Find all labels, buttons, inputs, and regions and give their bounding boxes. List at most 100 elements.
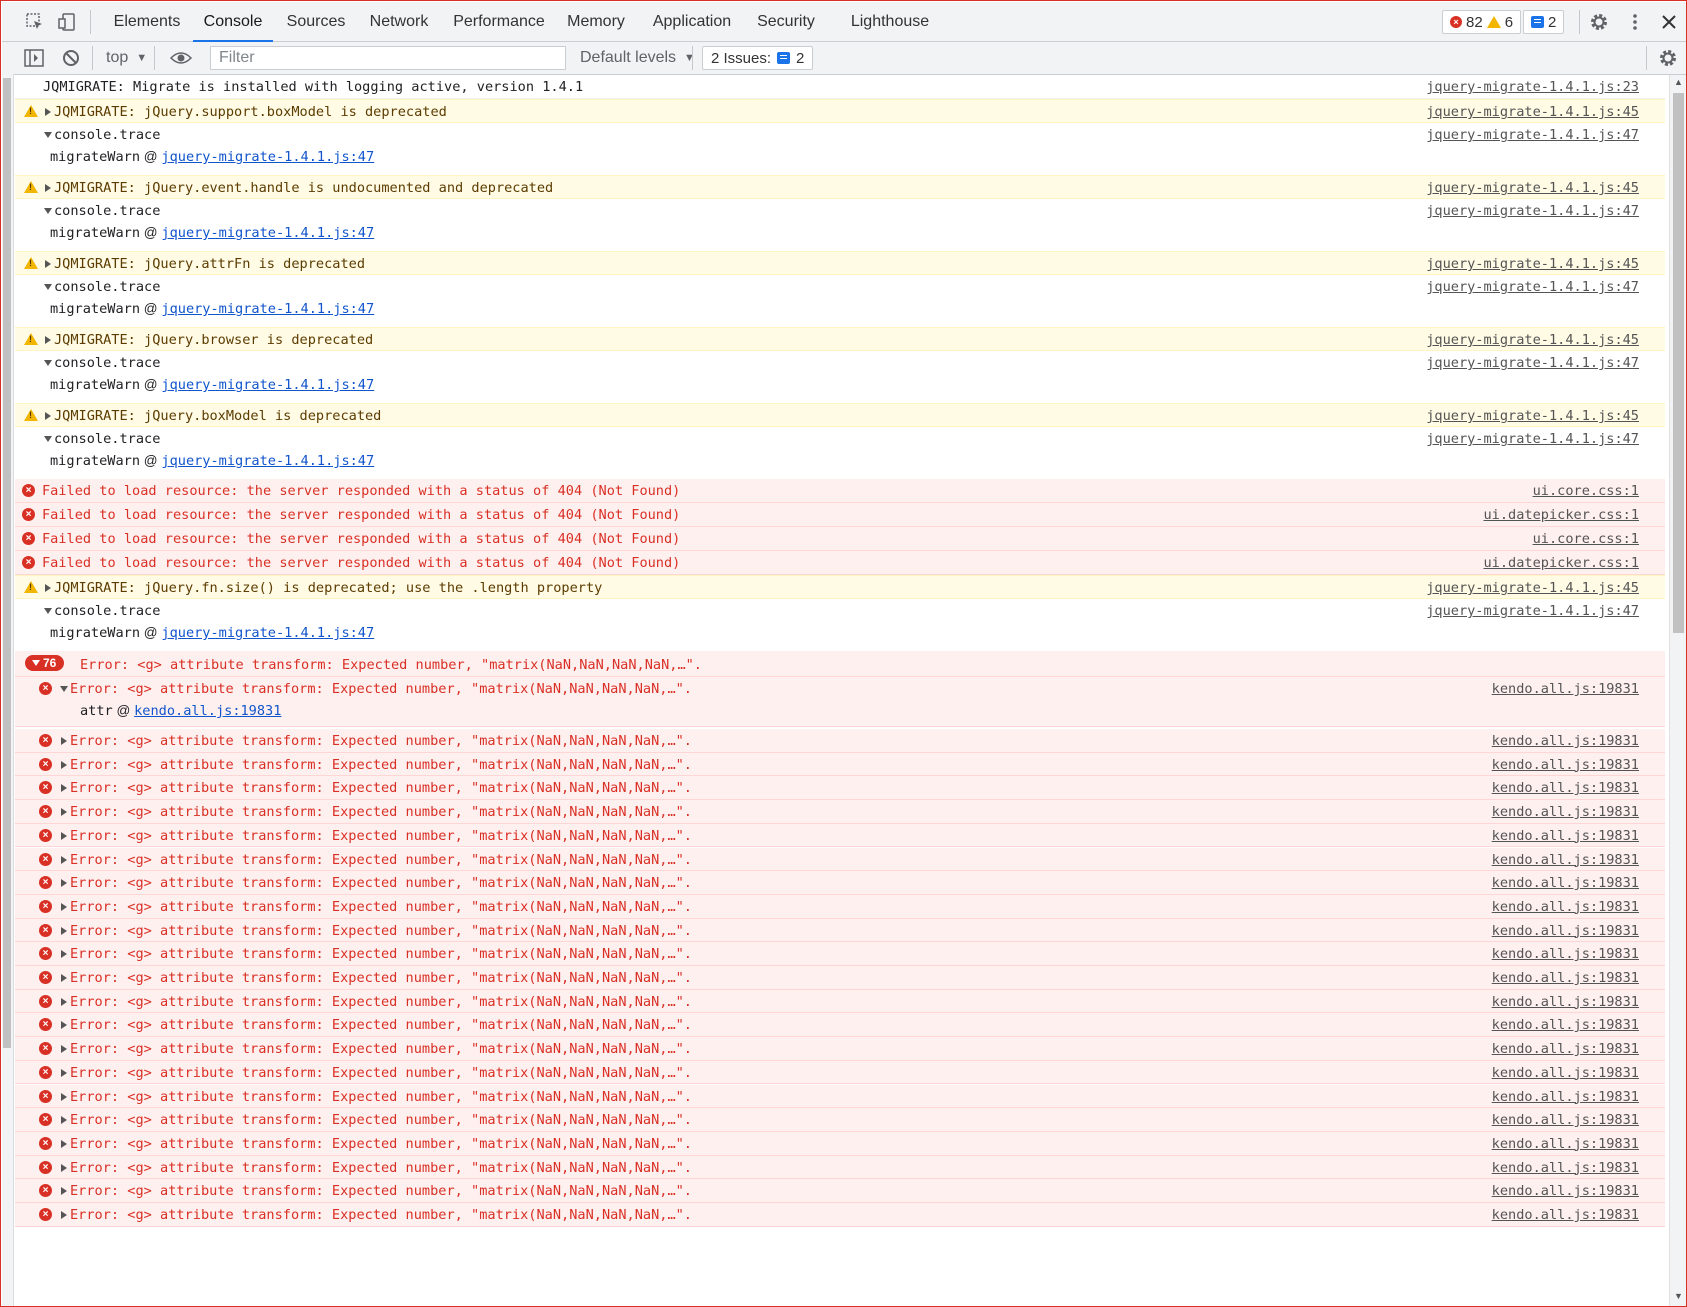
expand-triangle-icon[interactable] [44,608,52,614]
source-link[interactable]: kendo.all.js:19831 [1492,1136,1639,1152]
source-link[interactable]: jquery-migrate-1.4.1.js:45 [1426,180,1639,196]
source-link[interactable]: kendo.all.js:19831 [1492,681,1639,697]
source-link[interactable]: jquery-migrate-1.4.1.js:47 [1426,431,1639,447]
source-link[interactable]: kendo.all.js:19831 [1492,1065,1639,1081]
console-counts[interactable]: × 82 6 2 [1442,10,1565,34]
expand-triangle-icon[interactable] [44,132,52,138]
source-link[interactable]: jquery-migrate-1.4.1.js:45 [1426,256,1639,272]
expand-triangle-icon[interactable] [61,902,67,911]
scroll-up-arrow-icon[interactable]: ▲ [1674,77,1683,87]
tab-lighthouse[interactable]: Lighthouse [845,2,935,41]
source-link[interactable]: kendo.all.js:19831 [1492,780,1639,796]
expand-triangle-icon[interactable] [60,686,68,692]
source-link[interactable]: kendo.all.js:19831 [1492,1112,1639,1128]
group-count-badge[interactable]: 76 [25,655,65,671]
stack-link[interactable]: jquery-migrate-1.4.1.js:47 [161,149,374,165]
console-scrollbar-thumb[interactable] [1673,93,1684,633]
source-link[interactable]: ui.datepicker.css:1 [1484,507,1640,523]
tab-application[interactable]: Application [645,2,739,41]
expand-triangle-icon[interactable] [45,584,51,592]
source-link[interactable]: ui.datepicker.css:1 [1484,555,1640,571]
context-selector[interactable]: top ▼ [106,47,147,69]
source-link[interactable]: kendo.all.js:19831 [1492,1160,1639,1176]
expand-triangle-icon[interactable] [44,284,52,290]
source-link[interactable]: kendo.all.js:19831 [1492,923,1639,939]
live-expression-eye-icon[interactable] [170,47,192,69]
source-link[interactable]: kendo.all.js:19831 [1492,899,1639,915]
expand-triangle-icon[interactable] [61,737,67,745]
expand-triangle-icon[interactable] [44,360,52,366]
log-levels-dropdown[interactable]: Default levels ▼ [580,47,695,69]
filter-input[interactable] [210,46,566,70]
expand-triangle-icon[interactable] [61,1092,67,1101]
source-link[interactable]: jquery-migrate-1.4.1.js:23 [1426,79,1639,95]
expand-triangle-icon[interactable] [61,760,67,769]
source-link[interactable]: kendo.all.js:19831 [1492,970,1639,986]
tab-elements[interactable]: Elements [106,2,188,41]
source-link[interactable]: kendo.all.js:19831 [1492,1183,1639,1199]
source-link[interactable]: jquery-migrate-1.4.1.js:47 [1426,203,1639,219]
tab-sources[interactable]: Sources [281,2,351,41]
expand-triangle-icon[interactable] [61,1163,67,1172]
source-link[interactable]: jquery-migrate-1.4.1.js:47 [1426,279,1639,295]
close-icon[interactable] [1658,11,1680,33]
stack-link[interactable]: kendo.all.js:19831 [134,703,281,719]
settings-gear-icon[interactable] [1588,11,1610,33]
source-link[interactable]: kendo.all.js:19831 [1492,946,1639,962]
inspect-element-icon[interactable] [24,11,46,33]
stack-link[interactable]: jquery-migrate-1.4.1.js:47 [161,453,374,469]
tab-network[interactable]: Network [363,2,435,41]
expand-triangle-icon[interactable] [61,950,67,959]
source-link[interactable]: jquery-migrate-1.4.1.js:45 [1426,332,1639,348]
issues-button[interactable]: 2 Issues: 2 [702,46,814,70]
source-link[interactable]: jquery-migrate-1.4.1.js:45 [1426,104,1639,120]
stack-link[interactable]: jquery-migrate-1.4.1.js:47 [161,625,374,641]
source-link[interactable]: kendo.all.js:19831 [1492,828,1639,844]
expand-triangle-icon[interactable] [61,808,67,817]
expand-triangle-icon[interactable] [61,1211,67,1219]
tab-memory[interactable]: Memory [559,2,633,41]
expand-triangle-icon[interactable] [45,412,51,420]
device-toolbar-icon[interactable] [56,11,78,33]
expand-triangle-icon[interactable] [61,926,67,935]
source-link[interactable]: kendo.all.js:19831 [1492,994,1639,1010]
expand-triangle-icon[interactable] [44,436,52,442]
expand-triangle-icon[interactable] [45,184,51,192]
tab-console[interactable]: Console [193,2,273,42]
sidebar-toggle-icon[interactable] [24,47,44,69]
source-link[interactable]: jquery-migrate-1.4.1.js:47 [1426,603,1639,619]
source-link[interactable]: ui.core.css:1 [1533,531,1639,547]
expand-triangle-icon[interactable] [61,879,67,888]
expand-triangle-icon[interactable] [61,1187,67,1196]
expand-triangle-icon[interactable] [44,208,52,214]
expand-triangle-icon[interactable] [61,1045,67,1054]
source-link[interactable]: jquery-migrate-1.4.1.js:47 [1426,127,1639,143]
expand-triangle-icon[interactable] [61,1116,67,1125]
tab-performance[interactable]: Performance [448,2,550,41]
source-link[interactable]: ui.core.css:1 [1533,483,1639,499]
stack-link[interactable]: jquery-migrate-1.4.1.js:47 [161,225,374,241]
source-link[interactable]: jquery-migrate-1.4.1.js:47 [1426,355,1639,371]
source-link[interactable]: kendo.all.js:19831 [1492,875,1639,891]
source-link[interactable]: kendo.all.js:19831 [1492,757,1639,773]
expand-triangle-icon[interactable] [61,1068,67,1077]
expand-triangle-icon[interactable] [61,974,67,982]
tab-security[interactable]: Security [752,2,820,41]
source-link[interactable]: jquery-migrate-1.4.1.js:45 [1426,408,1639,424]
source-link[interactable]: kendo.all.js:19831 [1492,1017,1639,1033]
expand-triangle-icon[interactable] [45,336,51,344]
expand-triangle-icon[interactable] [61,831,67,840]
scroll-down-arrow-icon[interactable]: ▼ [1674,1291,1683,1301]
source-link[interactable]: kendo.all.js:19831 [1492,733,1639,749]
console-settings-gear-icon[interactable] [1658,47,1678,69]
expand-triangle-icon[interactable] [61,855,67,864]
source-link[interactable]: kendo.all.js:19831 [1492,852,1639,868]
expand-triangle-icon[interactable] [45,108,51,116]
counts-messages[interactable]: 2 [1523,10,1565,34]
stack-link[interactable]: jquery-migrate-1.4.1.js:47 [161,377,374,393]
stack-link[interactable]: jquery-migrate-1.4.1.js:47 [161,301,374,317]
expand-triangle-icon[interactable] [45,260,51,268]
source-link[interactable]: kendo.all.js:19831 [1492,804,1639,820]
more-options-icon[interactable] [1624,11,1646,33]
counts-errors-warnings[interactable]: × 82 6 [1442,10,1522,34]
